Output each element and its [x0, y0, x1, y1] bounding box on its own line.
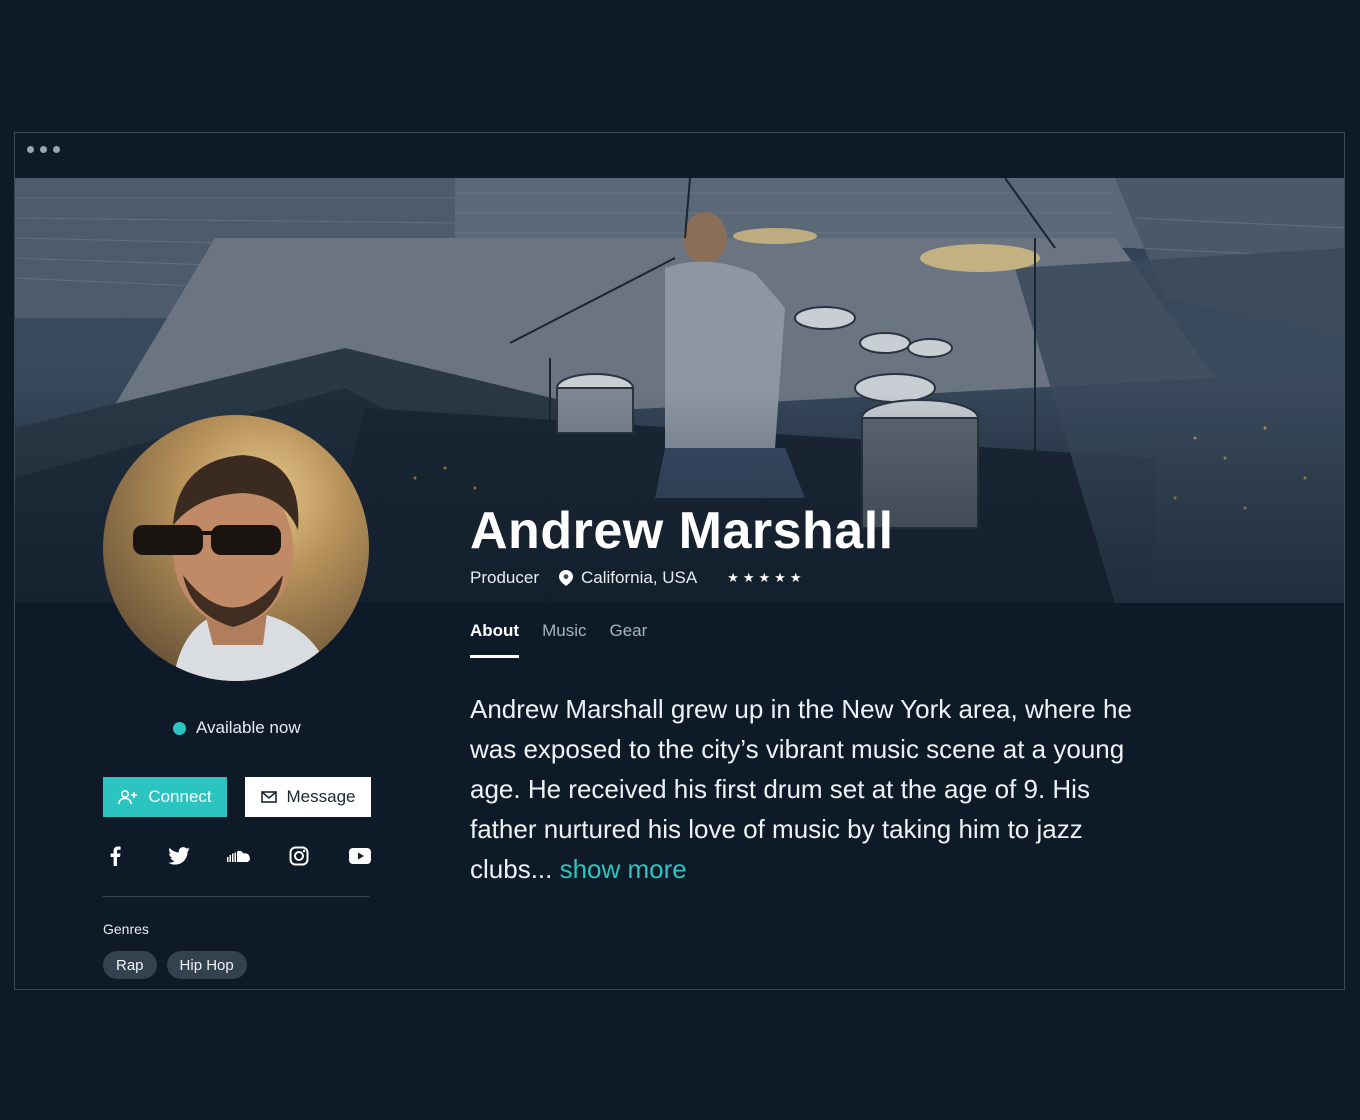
profile-tabs: About Music Gear [470, 621, 647, 658]
youtube-icon[interactable] [348, 844, 372, 868]
connect-button[interactable]: Connect [103, 777, 227, 817]
app-window: Andrew Marshall Producer California, USA… [14, 132, 1345, 990]
avatar [103, 415, 369, 681]
star-icon: ★ [789, 570, 802, 585]
profile-location: California, USA [580, 568, 698, 587]
bio-text: Andrew Marshall grew up in the New York … [470, 689, 1140, 889]
instagram-icon[interactable] [287, 844, 311, 868]
tab-gear[interactable]: Gear [610, 621, 648, 658]
genre-chip-hip-hop[interactable]: Hip Hop [166, 951, 247, 979]
genre-chip-rap[interactable]: Rap [103, 951, 157, 979]
sidebar-divider [103, 896, 369, 897]
message-label: Message [286, 787, 356, 806]
profile-name: Andrew Marshall [470, 502, 894, 560]
online-dot-icon [173, 721, 186, 735]
star-icon: ★ [758, 570, 771, 585]
rating-stars: ★ ★ ★ ★ ★ [727, 570, 801, 586]
genres-heading: Genres [103, 921, 149, 937]
add-user-icon [118, 789, 138, 805]
availability-status: Available now [173, 718, 301, 738]
tab-about[interactable]: About [470, 621, 520, 658]
genre-chips: Rap Hip Hop [103, 951, 247, 979]
envelope-icon [260, 791, 277, 803]
facebook-icon[interactable] [103, 844, 127, 868]
window-titlebar [15, 133, 1344, 178]
star-icon: ★ [742, 570, 755, 585]
location-pin-icon [558, 570, 573, 586]
message-button[interactable]: Message [245, 777, 371, 817]
availability-label: Available now [196, 718, 301, 737]
connect-label: Connect [148, 787, 212, 806]
soundcloud-icon[interactable] [227, 844, 251, 868]
show-more-link[interactable]: show more [560, 854, 687, 884]
star-icon: ★ [774, 570, 786, 585]
tab-music[interactable]: Music [542, 621, 586, 658]
twitter-icon[interactable] [167, 844, 191, 868]
star-icon: ★ [727, 570, 739, 585]
avatar-portrait [133, 455, 333, 681]
window-menu-dots-icon[interactable] [27, 146, 60, 153]
profile-meta: Producer California, USA ★ ★ ★ ★ ★ [470, 568, 801, 588]
social-links [103, 844, 373, 868]
profile-role: Producer [470, 568, 539, 587]
